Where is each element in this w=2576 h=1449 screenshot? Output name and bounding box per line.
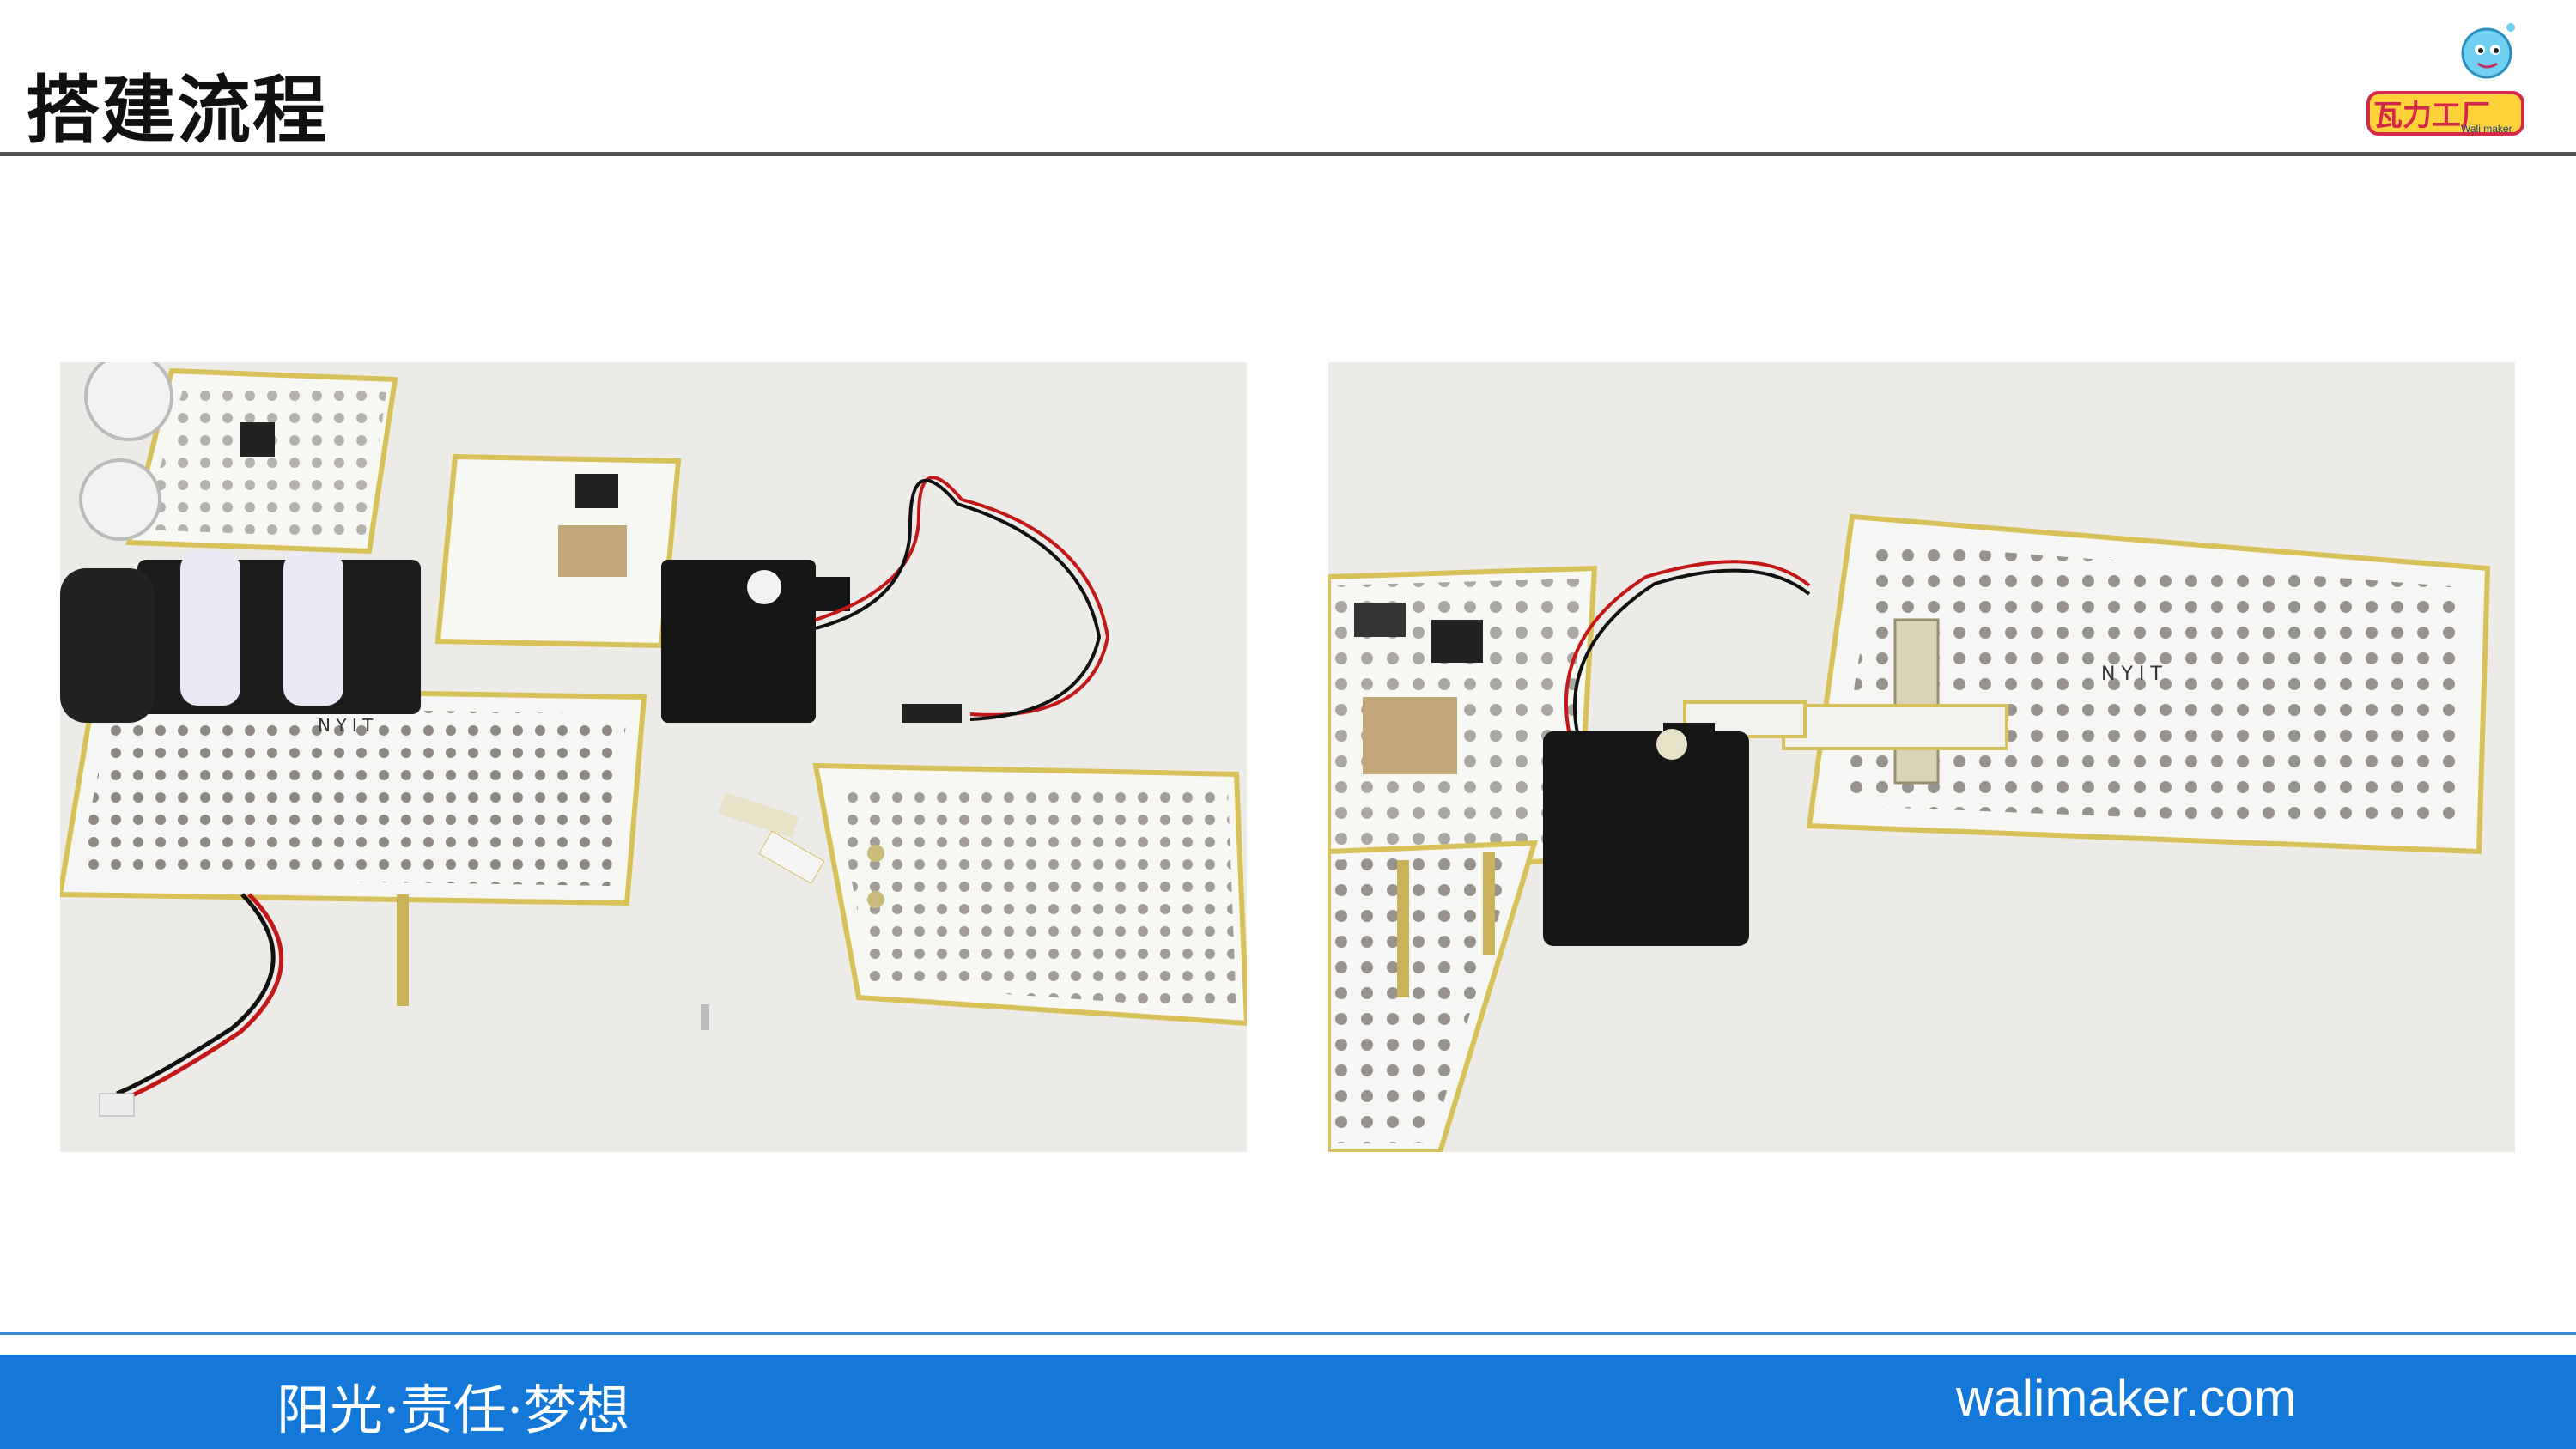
svg-text:N Y I T: N Y I T: [318, 715, 374, 736]
footer-bar: 阳光·责任·梦想 walimaker.com: [0, 1355, 2576, 1449]
svg-text:Wali maker: Wali maker: [2461, 123, 2512, 135]
page-title: 搭建流程: [26, 68, 328, 154]
footer-slogan: 阳光·责任·梦想: [276, 1379, 630, 1441]
footer-divider: [0, 1332, 2576, 1335]
build-step-photo-2: N Y I T: [1328, 362, 2515, 1152]
header-divider: [0, 152, 2576, 156]
footer-website: walimaker.com: [1956, 1369, 2297, 1427]
svg-text:N Y I T: N Y I T: [2101, 664, 2162, 685]
walimaker-logo: 瓦力工厂 Wali maker: [2360, 19, 2531, 139]
build-step-photo-1: N Y I T: [60, 362, 1247, 1152]
